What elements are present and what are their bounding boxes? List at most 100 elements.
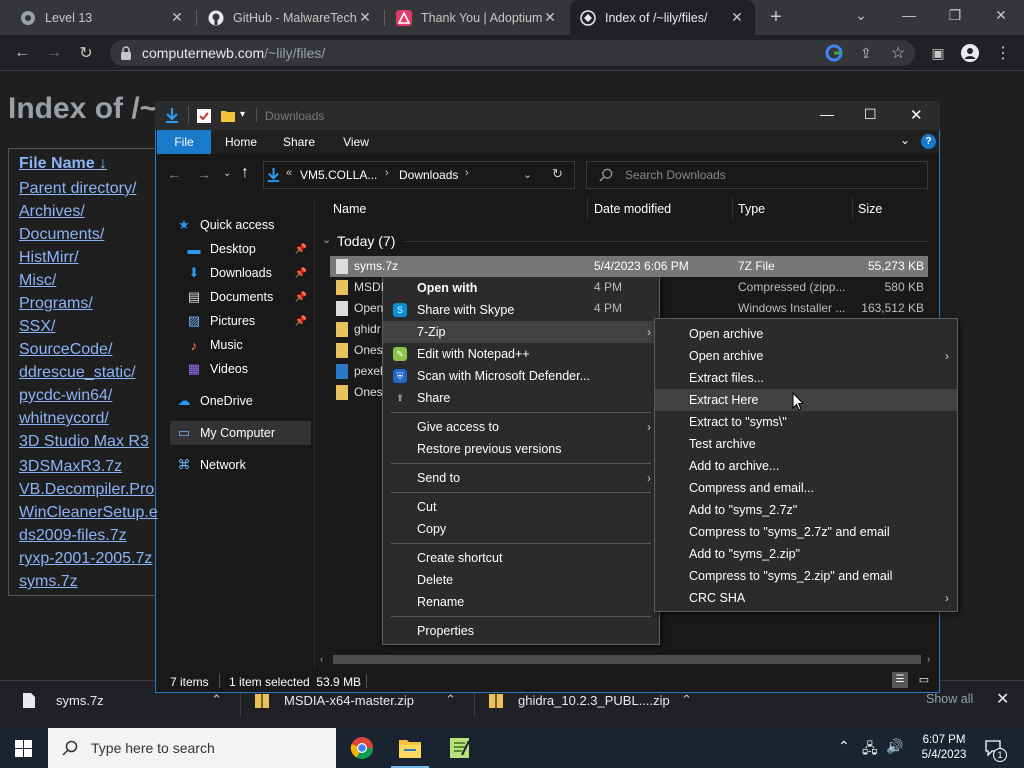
forward-icon[interactable]: → [41, 40, 67, 66]
nav-item-network[interactable]: ⌘ Network [176, 453, 311, 477]
directory-link[interactable]: ddrescue_static/ [19, 364, 136, 382]
scrollbar-thumb[interactable] [333, 655, 921, 664]
menu-item-add-to-syms-2-7z[interactable]: Add to "syms_2.7z" [655, 499, 957, 521]
explorer-minimize-icon[interactable]: — [820, 106, 834, 122]
column-header-type[interactable]: Type [738, 198, 848, 220]
scroll-left-icon[interactable]: ‹ [320, 654, 323, 665]
large-icons-view-icon[interactable]: ▭ [916, 672, 932, 688]
column-header-date[interactable]: Date modified [594, 198, 729, 220]
explorer-search-box[interactable]: Search Downloads [586, 161, 928, 189]
close-tab-icon[interactable]: ✕ [542, 9, 558, 26]
tab-search-chevron-icon[interactable]: ⌄ [838, 0, 884, 30]
directory-link[interactable]: Archives/ [19, 203, 85, 221]
nav-item-my-computer[interactable]: ▭ My Computer [176, 421, 311, 445]
explorer-back-icon[interactable]: ← [167, 166, 181, 182]
close-window-icon[interactable]: ✕ [978, 0, 1024, 30]
menu-item-delete[interactable]: Delete [383, 569, 659, 591]
show-hidden-icons-icon[interactable]: ⌃ [838, 738, 850, 755]
browser-tab-active[interactable]: Index of /~lily/files/ ✕ [570, 0, 755, 35]
restore-icon[interactable]: ❐ [932, 0, 978, 30]
file-row[interactable]: Ones [330, 340, 928, 361]
directory-link[interactable]: Programs/ [19, 295, 93, 313]
directory-link[interactable]: Parent directory/ [19, 180, 136, 198]
menu-item-cut[interactable]: Cut [383, 496, 659, 518]
menu-item-properties[interactable]: Properties [383, 620, 659, 642]
directory-link[interactable]: whitneycord/ [19, 410, 109, 428]
browser-tab[interactable]: GitHub - MalwareTech/ ✕ [198, 0, 383, 35]
breadcrumb-separator-icon[interactable]: › [385, 167, 389, 179]
show-all-button[interactable]: Show all [926, 692, 973, 706]
directory-link[interactable]: ds2009-files.7z [19, 527, 127, 545]
breadcrumb-item[interactable]: Downloads [399, 168, 458, 182]
browser-tab[interactable]: Thank You | Adoptium ✕ [386, 0, 568, 35]
directory-link[interactable]: ryxp-2001-2005.7z [19, 550, 152, 568]
new-tab-icon[interactable]: + [764, 6, 788, 30]
nav-item-music[interactable]: ♪ Music [186, 333, 311, 357]
new-folder-qat-icon[interactable] [220, 108, 236, 124]
close-downloads-bar-icon[interactable]: ✕ [996, 689, 1009, 709]
group-collapse-icon[interactable]: ⌄ [322, 233, 331, 246]
scroll-right-icon[interactable]: › [927, 654, 930, 665]
help-icon[interactable]: ? [921, 134, 936, 149]
recent-locations-icon[interactable]: ⌄ [223, 168, 231, 179]
pin-icon[interactable]: 📌 [295, 268, 307, 279]
volume-icon[interactable]: 🔊 [886, 738, 903, 755]
google-lens-icon[interactable] [825, 44, 843, 62]
menu-item-add-to-syms-2-zip[interactable]: Add to "syms_2.zip" [655, 543, 957, 565]
directory-link[interactable]: WinCleanerSetup.e [19, 504, 158, 522]
nav-item-quick-access[interactable]: ★ Quick access [176, 213, 311, 237]
nav-item-videos[interactable]: ▦ Videos [186, 357, 311, 381]
refresh-icon[interactable]: ↻ [552, 166, 563, 182]
chevron-up-icon[interactable]: ⌃ [211, 692, 222, 708]
details-view-icon[interactable]: ☰ [892, 672, 908, 688]
menu-item-copy[interactable]: Copy [383, 518, 659, 540]
browser-tab[interactable]: Level 13 ✕ [10, 0, 195, 35]
nav-item-downloads[interactable]: ⬇ Downloads 📌 [186, 261, 311, 285]
menu-item-rename[interactable]: Rename [383, 591, 659, 613]
clock[interactable]: 6:07 PM 5/4/2023 [914, 733, 974, 763]
menu-item-send-to[interactable]: Send to › [383, 467, 659, 489]
profile-icon[interactable] [961, 44, 979, 62]
ribbon-tab-share[interactable]: Share [273, 130, 325, 154]
close-tab-icon[interactable]: ✕ [169, 9, 185, 26]
directory-link[interactable]: Documents/ [19, 226, 104, 244]
address-dropdown-icon[interactable]: ⌄ [523, 168, 532, 181]
up-folder-icon[interactable]: ↑ [241, 164, 249, 182]
file-row[interactable]: Open 4 PM Windows Installer ... 163,512 KB [330, 298, 928, 319]
ribbon-tab-file[interactable]: File [157, 130, 211, 154]
pin-icon[interactable]: 📌 [295, 244, 307, 255]
ribbon-tab-home[interactable]: Home [215, 130, 267, 154]
nav-item-desktop[interactable]: ▬ Desktop 📌 [186, 237, 311, 261]
file-name-column-header[interactable]: File Name ↓ [19, 155, 107, 173]
menu-kebab-icon[interactable]: ⋮ [990, 40, 1016, 66]
file-row[interactable]: syms.7z 5/4/2023 6:06 PM 7Z File 55,273 KB [330, 256, 928, 277]
breadcrumb-overflow-icon[interactable]: « [286, 167, 292, 179]
explorer-close-icon[interactable]: ✕ [910, 106, 923, 124]
directory-link[interactable]: syms.7z [19, 573, 78, 591]
column-header-size[interactable]: Size [858, 198, 928, 220]
windows-start-icon[interactable] [15, 740, 32, 757]
explorer-forward-icon[interactable]: → [197, 166, 211, 182]
menu-item-compress-to-syms-2-zip-and-email[interactable]: Compress to "syms_2.zip" and email [655, 565, 957, 587]
directory-link[interactable]: Misc/ [19, 272, 56, 290]
directory-link[interactable]: SourceCode/ [19, 341, 112, 359]
file-row[interactable]: MSDI 4 PM Compressed (zipp... 580 KB [330, 277, 928, 298]
file-group-header[interactable]: Today (7) [337, 233, 395, 249]
menu-item-test-archive[interactable]: Test archive [655, 433, 957, 455]
menu-item-crc-sha[interactable]: CRC SHA › [655, 587, 957, 609]
properties-qat-icon[interactable] [196, 108, 212, 124]
reload-icon[interactable]: ↻ [73, 40, 99, 66]
pin-icon[interactable]: 📌 [295, 316, 307, 327]
menu-item-give-access-to[interactable]: Give access to › [383, 416, 659, 438]
address-bar[interactable]: computernewb.com/~lily/files/ [110, 40, 915, 66]
menu-item-compress-and-email[interactable]: Compress and email... [655, 477, 957, 499]
file-row[interactable]: ghidr [330, 319, 928, 340]
bookmark-star-icon[interactable]: ☆ [885, 40, 911, 66]
qat-customize-icon[interactable]: ▾ [240, 109, 245, 120]
directory-link[interactable]: pycdc-win64/ [19, 387, 112, 405]
directory-link[interactable]: 3DSMaxR3.7z [19, 458, 122, 476]
chrome-taskbar-icon[interactable] [350, 736, 374, 760]
column-divider[interactable] [587, 198, 588, 220]
file-row[interactable]: Ones [330, 382, 928, 403]
breadcrumb-separator-icon[interactable]: › [465, 167, 469, 179]
